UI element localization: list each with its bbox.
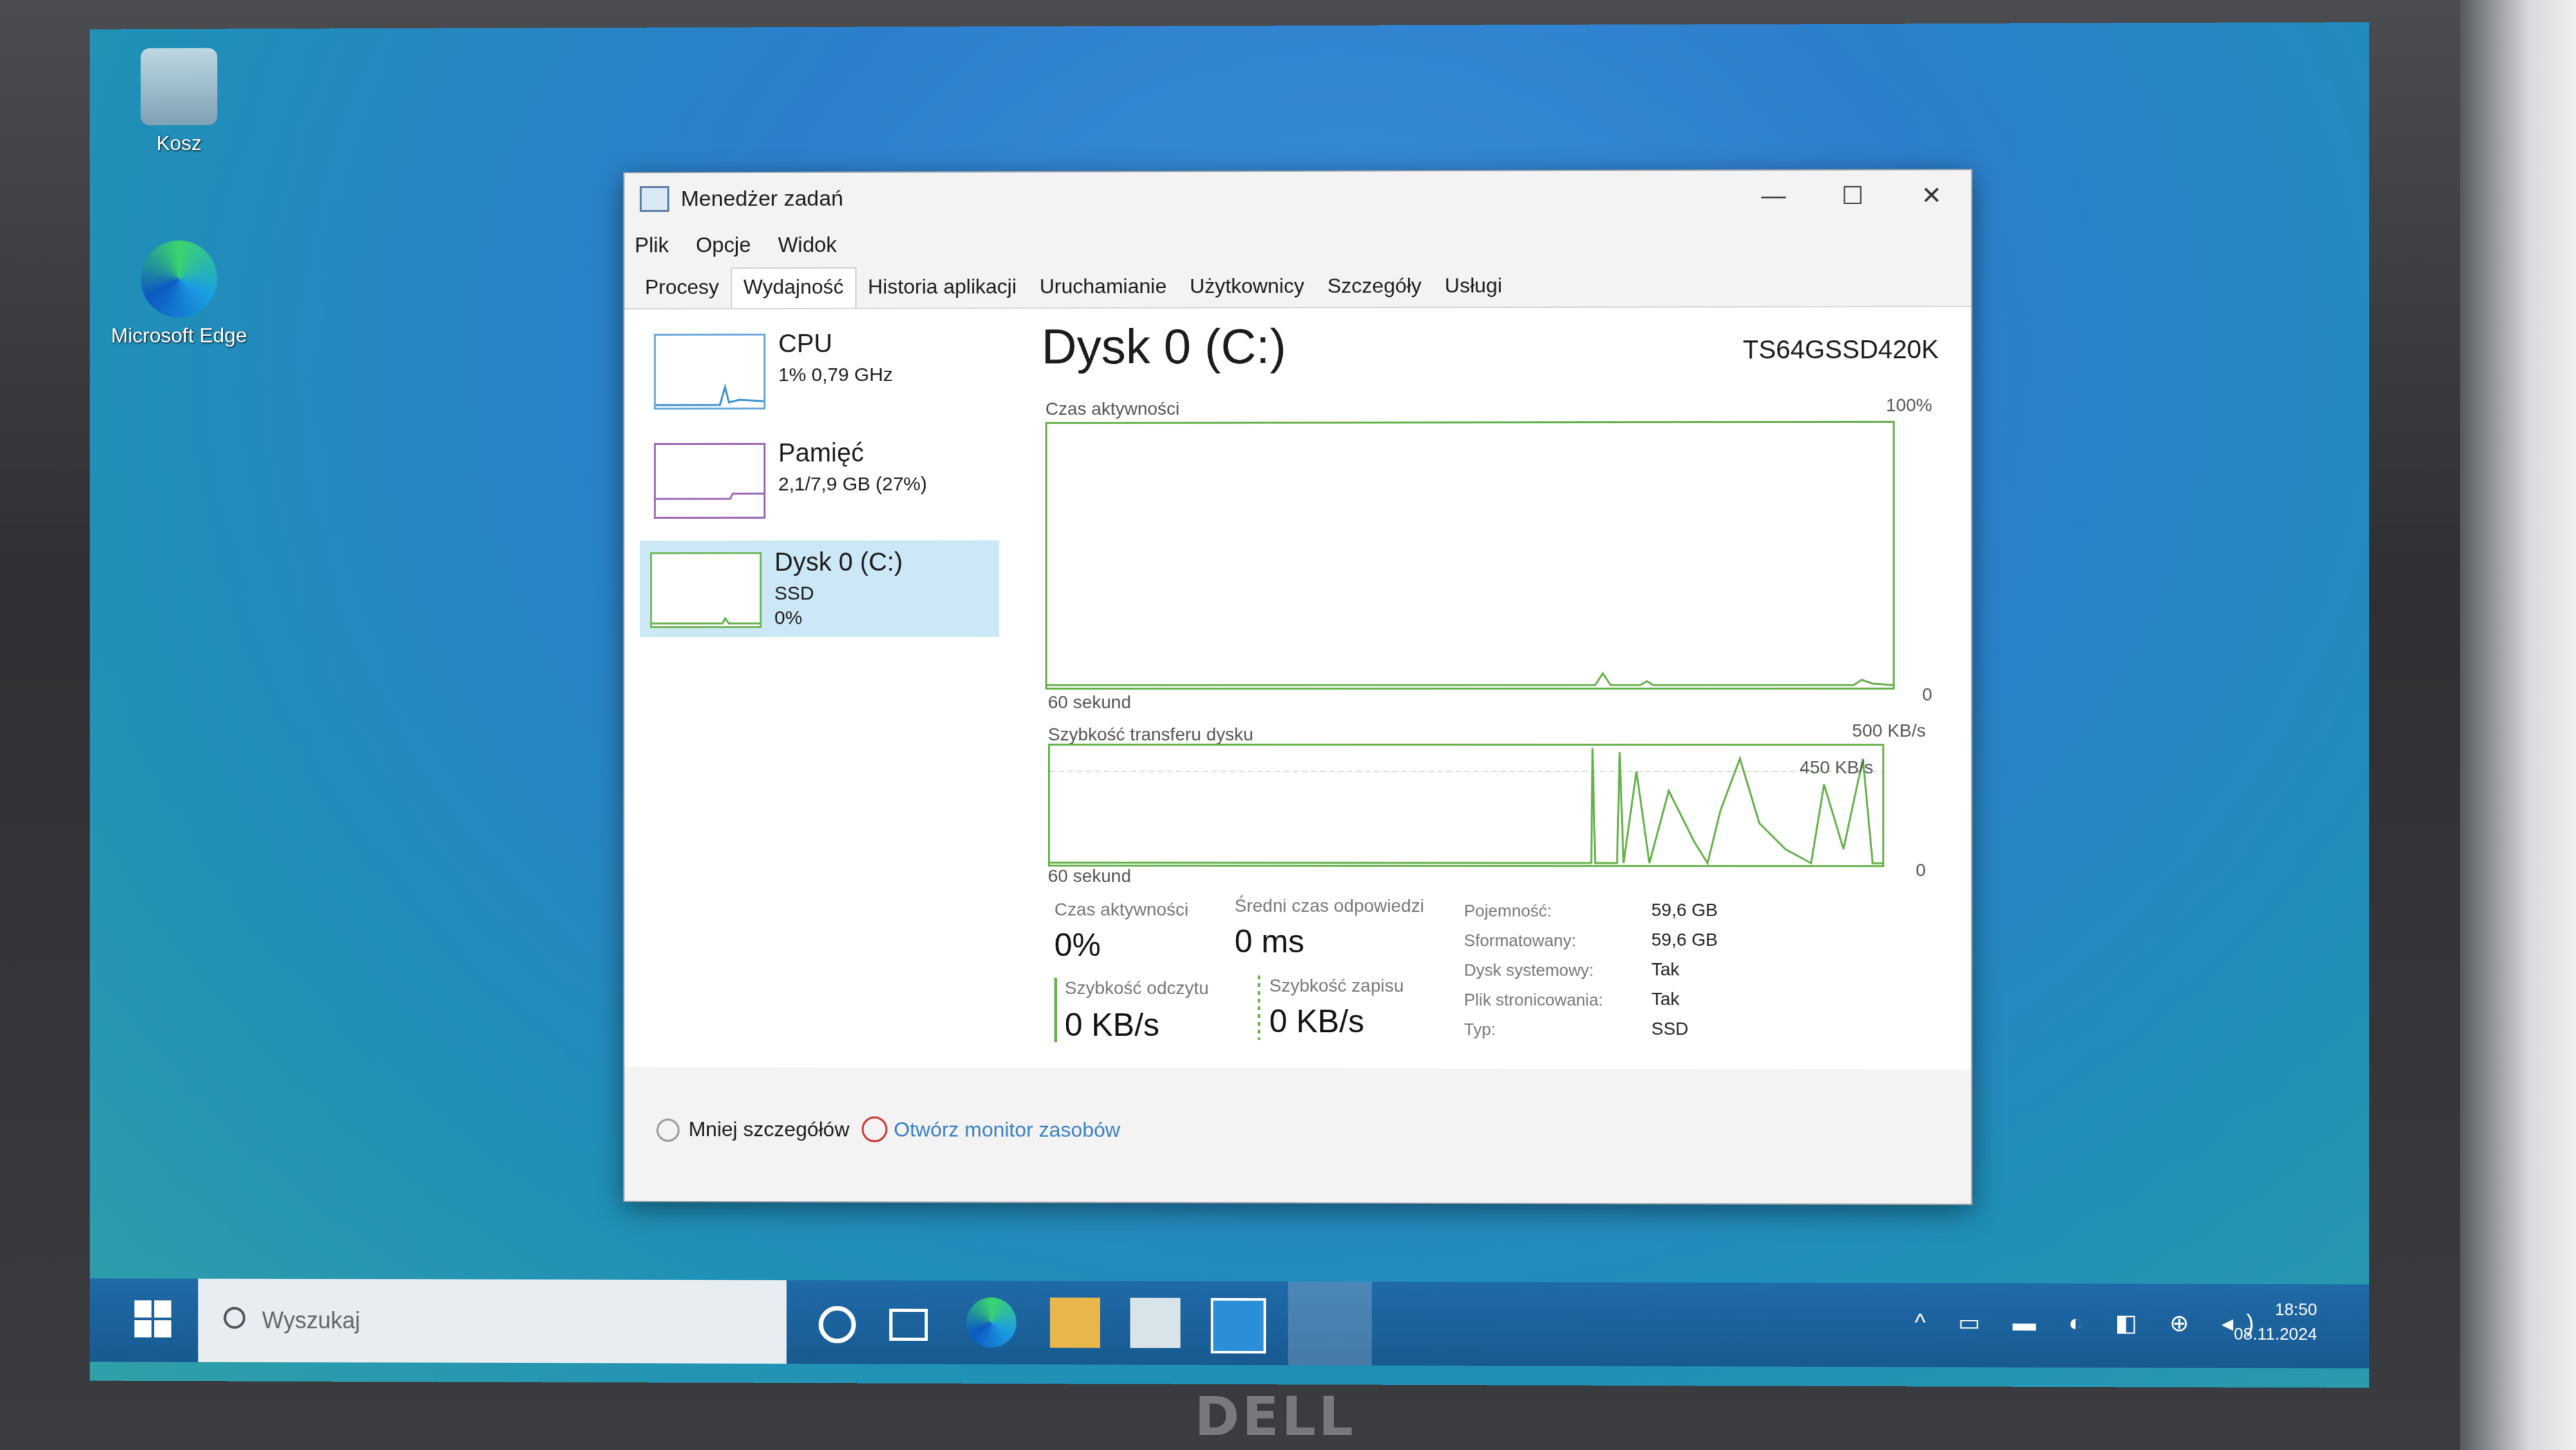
prop-page-file-value: Tak	[1651, 988, 1680, 1009]
transfer-rate-mid-label: 450 KB/s	[1799, 757, 1873, 778]
title-bar[interactable]: Menedżer zadań — ☐ ✕	[625, 170, 1971, 225]
prop-formatted-value: 59,6 GB	[1651, 929, 1718, 950]
menu-file[interactable]: Plik	[635, 233, 669, 258]
transfer-rate-max-label: 500 KB/s	[1852, 720, 1926, 741]
search-icon	[223, 1306, 245, 1329]
transfer-rate-graph: 450 KB/s	[1048, 743, 1884, 867]
window-footer: Mniej szczegółów Otwórz monitor zasobów	[625, 1085, 1971, 1184]
performance-sidebar: CPU 1% 0,79 GHz Pamięć 2,1/7,9 GB (27%) …	[625, 309, 1010, 1068]
active-time-graph	[1045, 420, 1895, 690]
sidebar-item-title: Pamięć	[778, 438, 864, 467]
monitor-frame	[2460, 0, 2576, 1450]
clock-time: 18:50	[2275, 1299, 2318, 1319]
minimize-button[interactable]: —	[1734, 171, 1814, 222]
prop-capacity-label: Pojemność:	[1464, 901, 1552, 921]
memory-thumbnail-graph	[654, 442, 766, 519]
disk-title: Dysk 0 (C:)	[1041, 319, 1287, 375]
disk-model: TS64GSSD420K	[1743, 335, 1939, 364]
task-manager-icon	[639, 186, 670, 212]
sidebar-item-title: Dysk 0 (C:)	[774, 548, 903, 577]
edge-taskbar-icon[interactable]	[966, 1297, 1017, 1348]
clock-date: 08.11.2024	[2233, 1324, 2318, 1344]
sidebar-item-subtitle: 2,1/7,9 GB (27%)	[778, 473, 927, 495]
tab-app-history[interactable]: Historia aplikacji	[857, 275, 1028, 308]
sidebar-item-usage: 0%	[774, 607, 802, 629]
desktop-icon-label: Kosz	[156, 131, 202, 155]
cpu-thumbnail-graph	[654, 334, 766, 410]
response-time-stat-label: Średni czas odpowiedzi	[1234, 896, 1425, 916]
task-manager-window: Menedżer zadań — ☐ ✕ Plik Opcje Widok Pr…	[623, 169, 1973, 1205]
disk-thumbnail-graph	[650, 552, 762, 628]
task-view-icon[interactable]	[889, 1308, 928, 1341]
active-time-axis-label: 60 sekund	[1048, 692, 1132, 712]
sidebar-item-title: CPU	[778, 330, 833, 359]
read-speed-value: 0 KB/s	[1065, 1006, 1160, 1043]
prop-system-disk-label: Dysk systemowy:	[1464, 960, 1594, 980]
write-speed-label: Szybkość zapisu	[1269, 975, 1404, 996]
sidebar-item-subtitle: 1% 0,79 GHz	[778, 364, 893, 386]
search-placeholder: Wyszukaj	[261, 1306, 361, 1334]
taskbar-search-box[interactable]: Wyszukaj	[198, 1278, 787, 1364]
file-explorer-icon[interactable]	[1050, 1297, 1101, 1348]
read-speed-divider	[1054, 977, 1057, 1042]
cortana-icon[interactable]	[819, 1306, 857, 1344]
edge-desktop-icon[interactable]: Microsoft Edge	[109, 240, 249, 348]
edge-icon	[140, 240, 218, 317]
chevron-up-icon	[656, 1118, 680, 1142]
sidebar-item-subtitle: SSD	[774, 583, 814, 605]
store-icon[interactable]	[1130, 1297, 1181, 1348]
prop-page-file-label: Plik stronicowania:	[1464, 990, 1604, 1010]
active-time-stat-value: 0%	[1054, 927, 1101, 963]
transfer-rate-graph-label: Szybkość transferu dysku	[1048, 724, 1254, 745]
performance-panel: CPU 1% 0,79 GHz Pamięć 2,1/7,9 GB (27%) …	[624, 306, 1971, 1069]
tab-processes[interactable]: Procesy	[634, 275, 731, 308]
transfer-axis-label: 60 sekund	[1048, 865, 1132, 886]
window-title: Menedżer zadań	[681, 185, 844, 211]
fewer-details-link[interactable]: Mniej szczegółów	[688, 1117, 849, 1141]
start-button[interactable]	[134, 1300, 173, 1339]
sidebar-item-memory[interactable]: Pamięć 2,1/7,9 GB (27%)	[644, 431, 1003, 527]
dell-logo: DELL	[1194, 1385, 1356, 1448]
response-time-stat-value: 0 ms	[1234, 923, 1305, 960]
open-resource-monitor-link[interactable]: Otwórz monitor zasobów	[894, 1118, 1120, 1142]
tab-services[interactable]: Usługi	[1433, 274, 1513, 306]
tab-startup[interactable]: Uruchamianie	[1028, 274, 1178, 307]
close-button[interactable]: ✕	[1892, 170, 1971, 222]
maximize-button[interactable]: ☐	[1813, 170, 1892, 222]
prop-formatted-label: Sformatowany:	[1464, 930, 1577, 950]
sidebar-item-disk[interactable]: Dysk 0 (C:) SSD 0%	[639, 540, 999, 637]
desktop-icon-label: Microsoft Edge	[111, 323, 247, 347]
menu-bar: Plik Opcje Widok	[625, 221, 1971, 265]
system-tray-icons[interactable]: ^ ▭ ▬ ◐ ◧ ⊕ ◂)	[1915, 1309, 2267, 1337]
tab-performance[interactable]: Wydajność	[730, 267, 857, 308]
prop-system-disk-value: Tak	[1651, 959, 1680, 979]
desktop-screen: Kosz Microsoft Edge Menedżer zadań — ☐ ✕…	[90, 22, 2369, 1388]
active-time-max-label: 100%	[1886, 395, 1933, 415]
active-time-zero-label: 0	[1922, 684, 1933, 704]
write-speed-divider	[1258, 975, 1261, 1040]
disk-detail: Dysk 0 (C:) TS64GSSD420K Czas aktywności…	[1035, 307, 1951, 1069]
write-speed-value: 0 KB/s	[1269, 1003, 1365, 1040]
resource-monitor-icon	[862, 1116, 887, 1142]
menu-options[interactable]: Opcje	[696, 233, 751, 258]
tab-details[interactable]: Szczegóły	[1316, 274, 1433, 306]
mail-icon[interactable]	[1211, 1297, 1267, 1354]
active-time-stat-label: Czas aktywności	[1054, 899, 1189, 919]
taskbar: Wyszukaj ^ ▭ ▬ ◐ ◧ ⊕ ◂) 18:50 08.11.2024	[90, 1278, 2369, 1369]
transfer-zero-label: 0	[1915, 860, 1926, 880]
prop-type-label: Typ:	[1464, 1019, 1496, 1039]
prop-type-value: SSD	[1651, 1018, 1689, 1039]
prop-capacity-value: 59,6 GB	[1651, 899, 1718, 920]
active-time-graph-label: Czas aktywności	[1045, 399, 1180, 419]
recycle-bin-desktop-icon[interactable]: Kosz	[109, 48, 249, 156]
task-manager-taskbar-button[interactable]	[1288, 1281, 1372, 1366]
clock[interactable]: 18:50 08.11.2024	[2234, 1297, 2317, 1346]
read-speed-label: Szybkość odczytu	[1065, 977, 1209, 998]
tab-users[interactable]: Użytkownicy	[1178, 274, 1316, 307]
recycle-bin-icon	[140, 48, 218, 126]
sidebar-item-cpu[interactable]: CPU 1% 0,79 GHz	[644, 322, 1003, 419]
menu-view[interactable]: Widok	[778, 232, 837, 257]
tab-bar: Procesy Wydajność Historia aplikacji Uru…	[624, 263, 1971, 310]
